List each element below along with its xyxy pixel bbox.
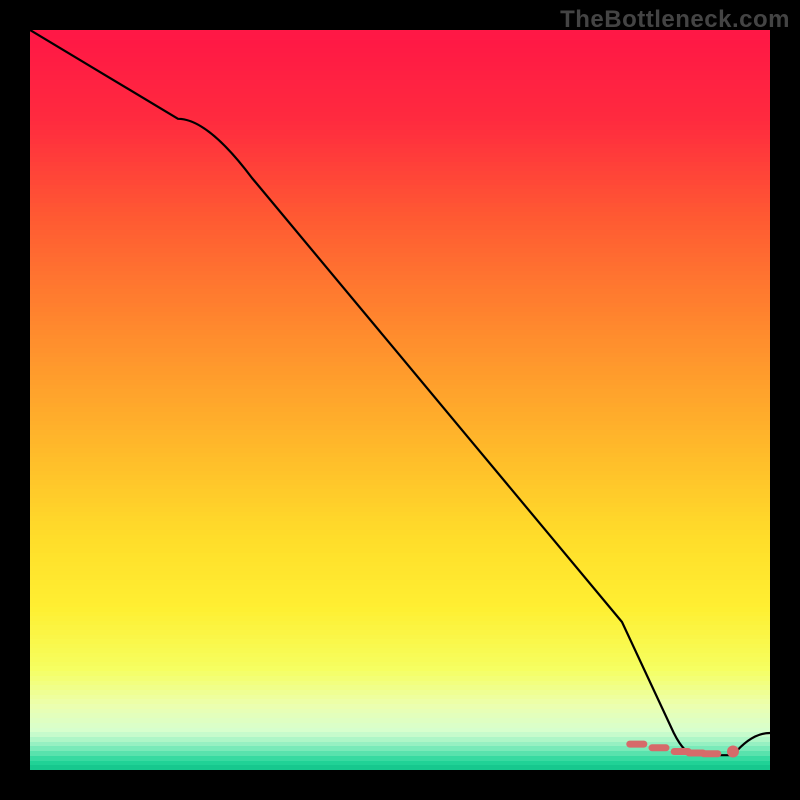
chart-line-curve — [30, 30, 770, 755]
chart-svg — [30, 30, 770, 770]
marker-dot — [727, 746, 739, 758]
plot-area — [30, 30, 770, 770]
chart-root: TheBottleneck.com — [0, 0, 800, 800]
